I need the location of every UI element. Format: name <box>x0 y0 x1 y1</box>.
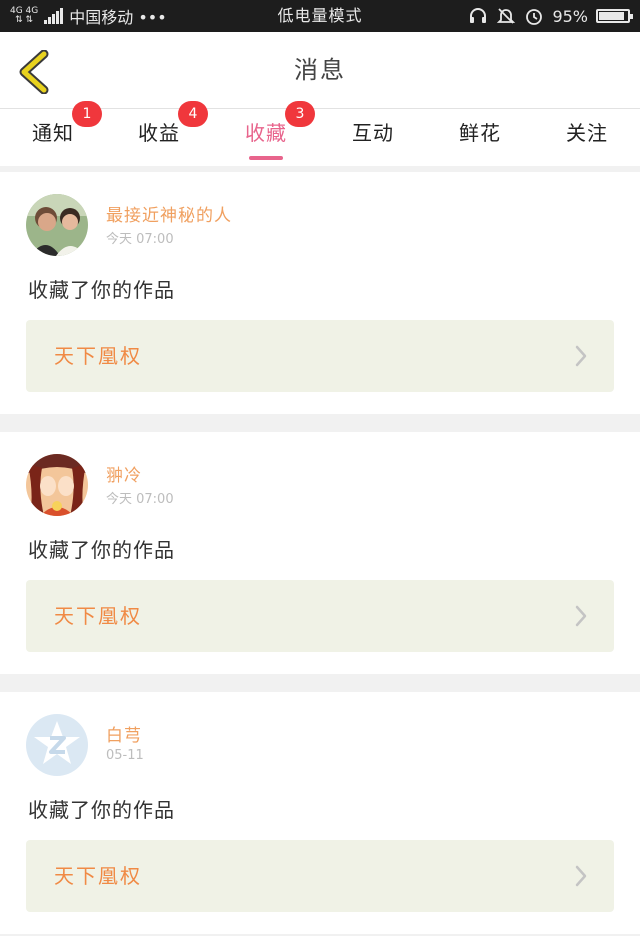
message-card: 最接近神秘的人 今天 07:00 收藏了你的作品 天下凰权 <box>0 172 640 414</box>
page-title: 消息 <box>294 56 346 84</box>
avatar[interactable] <box>26 194 88 256</box>
tab-label: 收益 <box>138 121 180 145</box>
tab-label: 通知 <box>32 121 74 145</box>
tab-following[interactable]: 关注 <box>534 109 640 166</box>
work-link[interactable]: 天下凰权 <box>26 840 614 912</box>
message-time: 05-11 <box>106 748 144 763</box>
message-text: 收藏了你的作品 <box>28 798 175 822</box>
message-card: 翀冷 今天 07:00 收藏了你的作品 天下凰权 <box>0 432 640 674</box>
user-name[interactable]: 白芎 <box>106 721 142 746</box>
tab-earnings[interactable]: 收益 4 <box>106 101 212 166</box>
tab-label: 收藏 <box>245 121 287 145</box>
tab-notifications[interactable]: 通知 1 <box>0 101 106 166</box>
work-link[interactable]: 天下凰权 <box>26 320 614 392</box>
user-name[interactable]: 翀冷 <box>106 461 142 486</box>
tab-label: 关注 <box>566 121 608 145</box>
tab-label: 鲜花 <box>459 121 501 145</box>
status-bar: 4G 4G ⇅ ⇅ 中国移动 ••• 低电量模式 95% <box>0 0 640 32</box>
avatar[interactable] <box>26 714 88 776</box>
work-link[interactable]: 天下凰权 <box>26 580 614 652</box>
tab-interactions[interactable]: 互动 <box>320 109 426 166</box>
badge-count: 1 <box>72 101 102 127</box>
user-name[interactable]: 最接近神秘的人 <box>106 201 232 226</box>
work-title: 天下凰权 <box>54 604 142 628</box>
alarm-icon <box>526 9 543 25</box>
nav-header: 消息 <box>0 32 640 109</box>
message-time: 今天 07:00 <box>106 492 174 507</box>
chevron-right-icon <box>575 865 587 887</box>
headset-icon <box>470 8 487 23</box>
tab-label: 互动 <box>352 121 394 145</box>
tab-bar: 通知 1 收益 4 收藏 3 互动 鲜花 关注 <box>0 101 640 166</box>
tab-favorites[interactable]: 收藏 3 <box>213 101 319 166</box>
tab-flowers[interactable]: 鲜花 <box>427 109 533 166</box>
avatar[interactable] <box>26 454 88 516</box>
work-title: 天下凰权 <box>54 344 142 368</box>
chevron-right-icon <box>575 345 587 367</box>
work-title: 天下凰权 <box>54 864 142 888</box>
badge-count: 4 <box>178 101 208 127</box>
message-card: 白芎 05-11 收藏了你的作品 天下凰权 <box>0 692 640 934</box>
battery-percent: 95% <box>552 6 588 26</box>
message-time: 今天 07:00 <box>106 232 174 247</box>
chevron-right-icon <box>575 605 587 627</box>
bell-muted-icon <box>497 8 516 24</box>
message-text: 收藏了你的作品 <box>28 538 175 562</box>
active-tab-indicator <box>249 156 283 160</box>
message-text: 收藏了你的作品 <box>28 278 175 302</box>
status-right: 95% <box>468 0 633 32</box>
battery-icon <box>596 9 633 23</box>
badge-count: 3 <box>285 101 315 127</box>
